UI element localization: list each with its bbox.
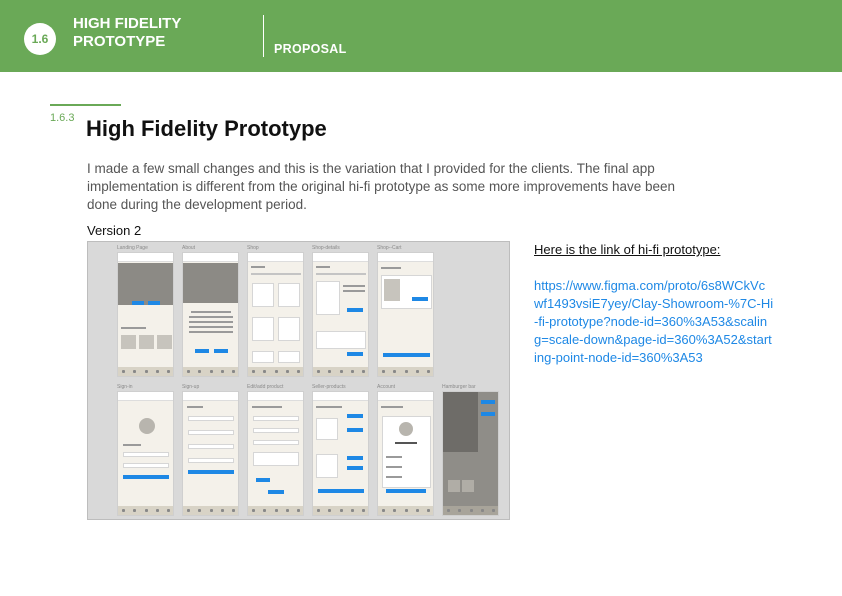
screen-account xyxy=(377,391,434,516)
screen-seller-products xyxy=(312,391,369,516)
section-title: HIGH FIDELITY PROTOTYPE xyxy=(73,15,182,50)
screen-about xyxy=(182,252,239,377)
screen-label: Landing Page xyxy=(117,245,148,251)
accent-rule xyxy=(50,104,121,106)
screen-label: Account xyxy=(377,384,396,390)
screen-label: Shop-details xyxy=(312,245,340,251)
section-header: 1.6 HIGH FIDELITY PROTOTYPE PROPOSAL xyxy=(0,0,842,72)
screen-label: Edit/add product xyxy=(247,384,284,390)
screen-shop-cart xyxy=(377,252,434,377)
intro-paragraph: I made a few small changes and this is t… xyxy=(87,161,676,212)
screen-label: About xyxy=(182,245,196,251)
subsection-label: PROPOSAL xyxy=(274,42,347,56)
subsection-number: 1.6.3 xyxy=(50,112,75,124)
screen-edit-product xyxy=(247,391,304,516)
section-number-badge: 1.6 xyxy=(24,23,56,55)
screen-label: Shop xyxy=(247,245,259,251)
screen-shop xyxy=(247,252,304,377)
screen-label: Sign-up xyxy=(182,384,200,390)
screen-landing xyxy=(117,252,174,377)
prototype-board: Landing Page About Shop Shop-details Sho… xyxy=(87,241,510,520)
screen-label: Sign-in xyxy=(117,384,133,390)
link-heading: Here is the link of hi-fi prototype: xyxy=(534,242,721,257)
version-label: Version 2 xyxy=(87,223,142,238)
screen-label: Hamburger bar xyxy=(442,384,476,390)
screen-shop-details xyxy=(312,252,369,377)
screen-hamburger xyxy=(442,391,499,516)
header-divider xyxy=(263,15,264,57)
screen-label: Shop--Cart xyxy=(377,245,402,251)
screen-label: Seller-products xyxy=(312,384,346,390)
screen-sign-in xyxy=(117,391,174,516)
screen-sign-up xyxy=(182,391,239,516)
prototype-link[interactable]: https://www.figma.com/proto/6s8WCkVcwf14… xyxy=(534,277,774,367)
page-title: High Fidelity Prototype xyxy=(86,116,327,141)
